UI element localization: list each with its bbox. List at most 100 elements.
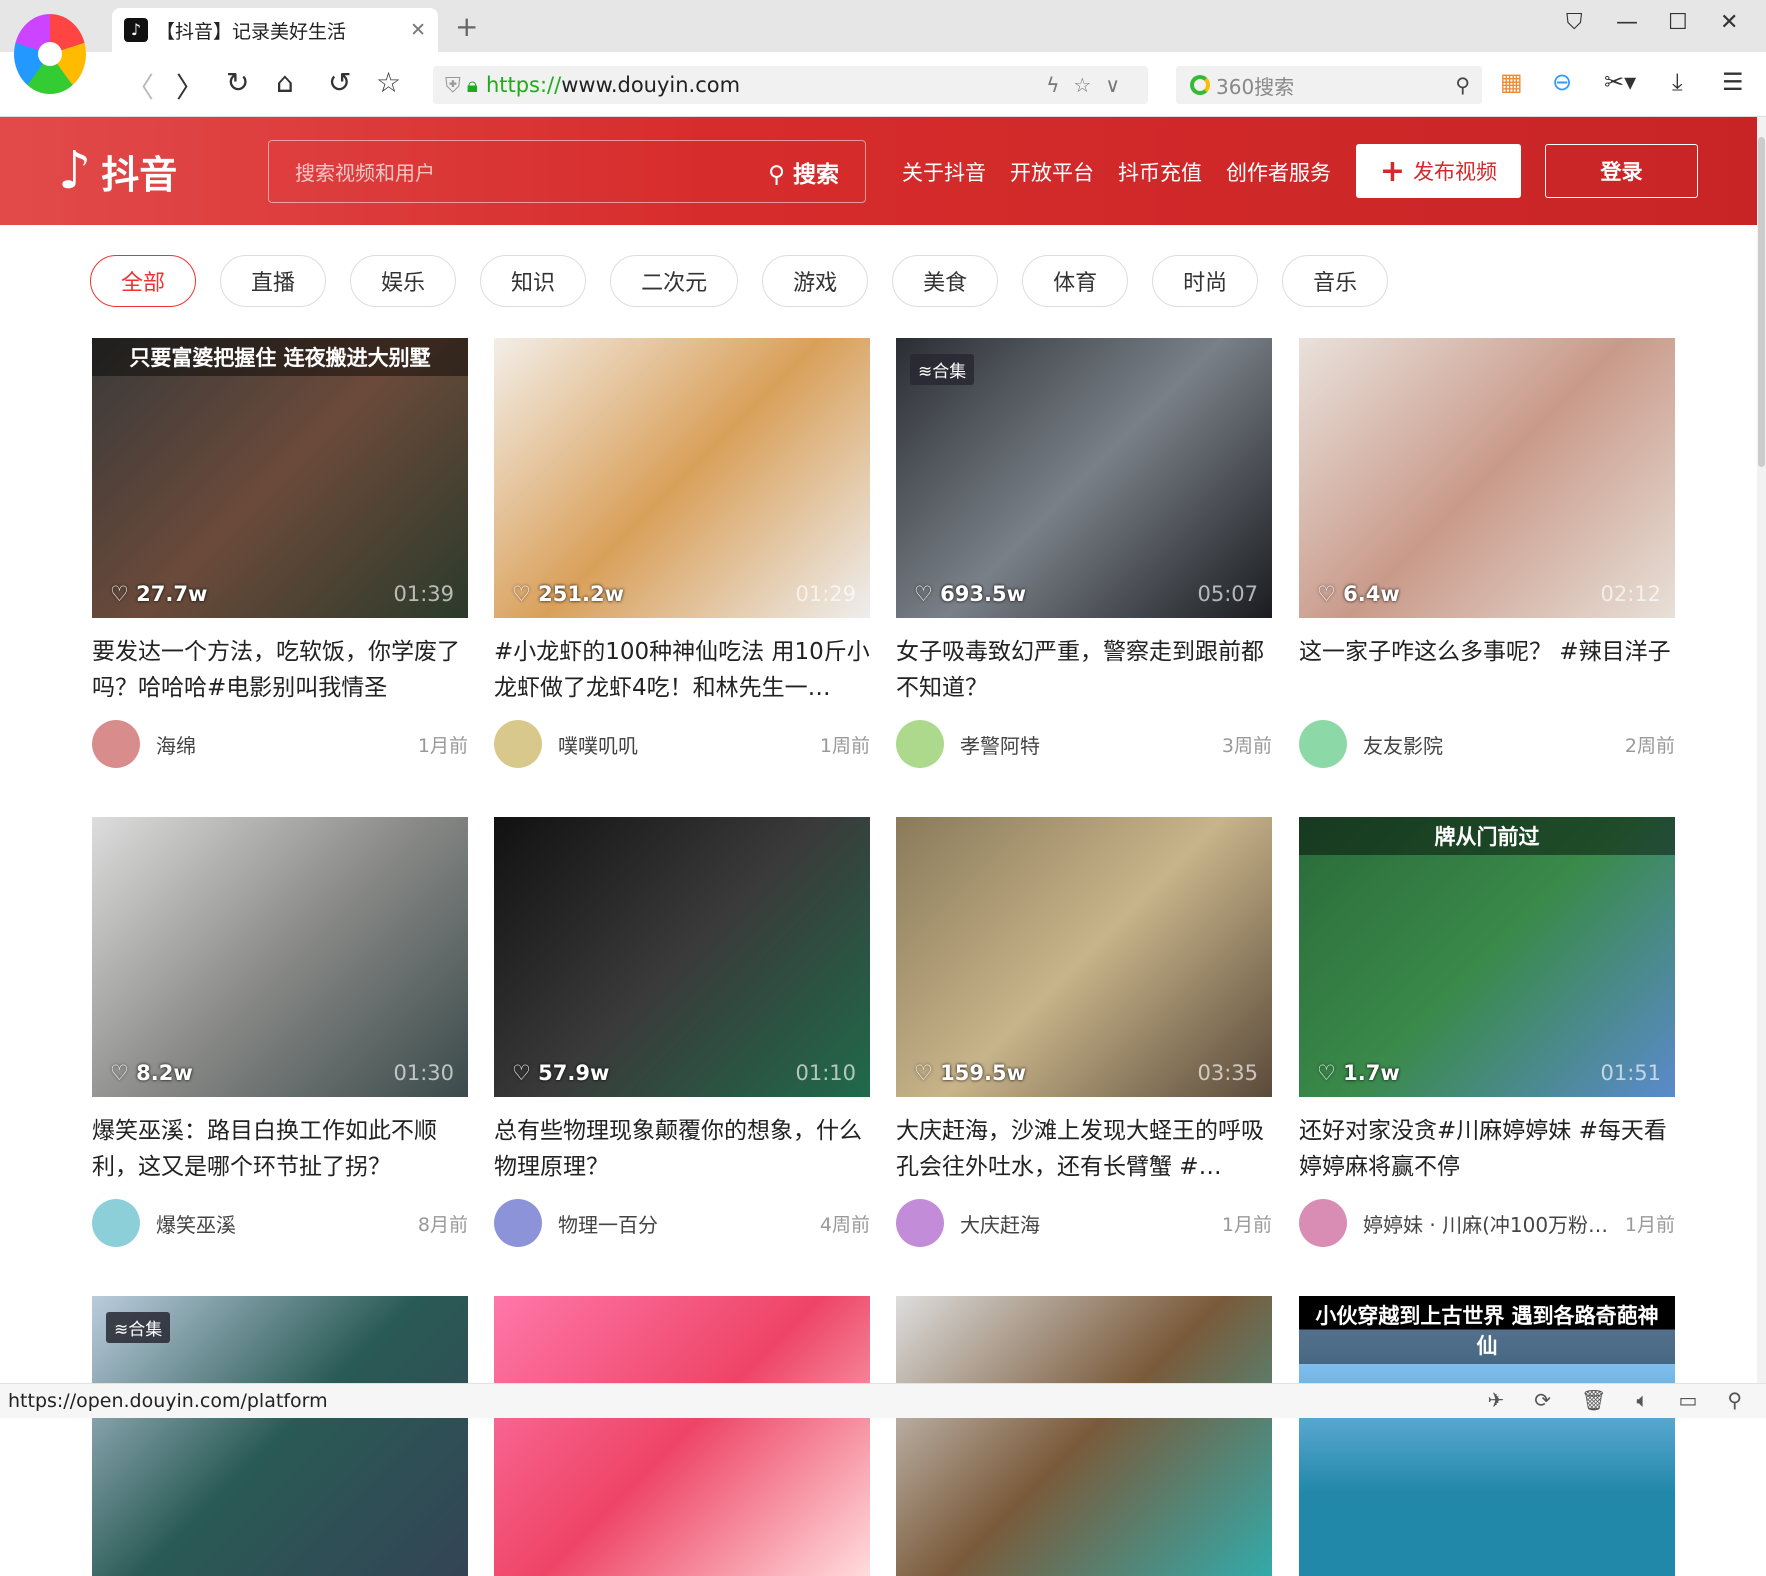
back-icon[interactable]: 〈 bbox=[126, 66, 154, 106]
author-name[interactable]: 孝警阿特 bbox=[960, 730, 1222, 759]
video-title[interactable]: 总有些物理现象颠覆你的想象，什么物理原理？ bbox=[494, 1113, 870, 1185]
search-engine-input[interactable]: 360搜索 ⚲ bbox=[1176, 66, 1482, 104]
video-card[interactable]: 牌从门前过 ♡ 1.7w 01:51 还好对家没贪#川麻婷婷妹 #每天看婷婷麻将赢不停… bbox=[1299, 817, 1675, 1247]
screenshot-icon[interactable]: ✂▾ bbox=[1604, 68, 1636, 96]
video-thumbnail[interactable]: 小伙穿越到上古世界 遇到各路奇葩神仙 bbox=[1299, 1296, 1675, 1576]
home-icon[interactable]: ⌂ bbox=[276, 66, 294, 99]
category-tab[interactable]: 时尚 bbox=[1152, 255, 1259, 307]
video-title[interactable]: #小龙虾的100种神仙吃法 用10斤小龙虾做了龙虾4吃！和林先生一… bbox=[494, 634, 870, 706]
avatar[interactable] bbox=[896, 720, 944, 768]
video-card[interactable]: 小伙穿越到上古世界 遇到各路奇葩神仙 bbox=[1299, 1296, 1675, 1576]
video-thumbnail[interactable]: ♡ 8.2w 01:30 bbox=[92, 817, 468, 1097]
favorite-icon[interactable]: ☆ bbox=[376, 66, 401, 99]
link-recharge[interactable]: 抖币充值 bbox=[1118, 157, 1202, 187]
author-name[interactable]: 大庆赶海 bbox=[960, 1209, 1222, 1238]
avatar[interactable] bbox=[494, 1199, 542, 1247]
author-name[interactable]: 爆笑巫溪 bbox=[156, 1209, 418, 1238]
browser-logo-icon[interactable] bbox=[14, 14, 86, 94]
video-card[interactable]: ♡ 8.2w 01:30 爆笑巫溪：路目白换工作如此不顺利，这又是哪个环节扯了拐？ 爆… bbox=[92, 817, 468, 1247]
category-tab[interactable]: 二次元 bbox=[610, 255, 739, 307]
video-card[interactable]: ≋合集 ♡ 693.5w 05:07 女子吸毒致幻严重，警察走到跟前都不知道？ 孝警阿特… bbox=[896, 338, 1272, 768]
category-tab[interactable]: 音乐 bbox=[1282, 255, 1389, 307]
video-title[interactable]: 爆笑巫溪：路目白换工作如此不顺利，这又是哪个环节扯了拐？ bbox=[92, 1113, 468, 1185]
download-icon[interactable]: ⤓ bbox=[1672, 68, 1683, 96]
zoom-icon[interactable]: ⚲ bbox=[1727, 1388, 1742, 1412]
video-title[interactable]: 要发达一个方法，吃软饭，你学废了吗？哈哈哈#电影别叫我情圣 bbox=[92, 634, 468, 706]
video-title[interactable]: 还好对家没贪#川麻婷婷妹 #每天看婷婷麻将赢不停 bbox=[1299, 1113, 1675, 1185]
skin-icon[interactable]: ⛉ bbox=[1566, 10, 1583, 35]
reload-icon[interactable]: ↻ bbox=[226, 66, 249, 99]
scrollbar[interactable] bbox=[1757, 117, 1766, 1383]
undo-close-icon[interactable]: ↺ bbox=[328, 66, 351, 99]
avatar[interactable] bbox=[896, 1199, 944, 1247]
sound-icon[interactable]: 🔈︎ bbox=[1636, 1388, 1648, 1412]
video-card[interactable]: ♡ 251.2w 01:29 #小龙虾的100种神仙吃法 用10斤小龙虾做了龙虾4吃… bbox=[494, 338, 870, 768]
video-card[interactable]: 只要富婆把握住 连夜搬进大别墅 ♡ 27.7w 01:39 要发达一个方法，吃软饭，你… bbox=[92, 338, 468, 768]
douyin-favicon-icon: ♪ bbox=[124, 18, 148, 42]
video-card[interactable] bbox=[494, 1296, 870, 1576]
avatar[interactable] bbox=[92, 720, 140, 768]
video-thumbnail[interactable]: ♡ 251.2w 01:29 bbox=[494, 338, 870, 618]
video-card[interactable] bbox=[896, 1296, 1272, 1576]
clean-icon[interactable]: 🗑︎ bbox=[1581, 1388, 1606, 1412]
video-title[interactable]: 这一家子咋这么多事呢？ #辣目洋子 bbox=[1299, 634, 1675, 706]
author-name[interactable]: 物理一百分 bbox=[558, 1209, 820, 1238]
category-tab[interactable]: 知识 bbox=[480, 255, 587, 307]
extension-icon[interactable]: ⊖ bbox=[1552, 68, 1572, 96]
site-search-button[interactable]: ⚲ 搜索 bbox=[768, 155, 839, 189]
address-bar[interactable]: ⛨ 🔒︎ https:// www.douyin.com ϟ☆∨ bbox=[433, 66, 1148, 104]
publish-video-button[interactable]: + 发布视频 bbox=[1356, 144, 1521, 198]
url-actions-icons[interactable]: ϟ☆∨ bbox=[1046, 73, 1134, 97]
video-thumbnail[interactable]: ≋合集 bbox=[92, 1296, 468, 1576]
search-icon[interactable]: ⚲ bbox=[1455, 73, 1470, 97]
category-tab[interactable]: 美食 bbox=[892, 255, 999, 307]
video-card[interactable]: ♡ 6.4w 02:12 这一家子咋这么多事呢？ #辣目洋子 友友影院 2周前 bbox=[1299, 338, 1675, 768]
category-tab[interactable]: 游戏 bbox=[762, 255, 869, 307]
video-thumbnail[interactable]: ♡ 159.5w 03:35 bbox=[896, 817, 1272, 1097]
video-thumbnail[interactable]: ≋合集 ♡ 693.5w 05:07 bbox=[896, 338, 1272, 618]
link-creator-service[interactable]: 创作者服务 bbox=[1226, 157, 1331, 187]
new-tab-icon[interactable]: + bbox=[455, 10, 478, 43]
category-tab[interactable]: 体育 bbox=[1022, 255, 1129, 307]
scrollbar-thumb[interactable] bbox=[1758, 137, 1765, 467]
window-icon[interactable]: ▭ bbox=[1678, 1388, 1697, 1412]
like-count: ♡ 57.9w bbox=[512, 1061, 609, 1085]
category-tab[interactable]: 全部 bbox=[90, 255, 197, 307]
avatar[interactable] bbox=[494, 720, 542, 768]
avatar[interactable] bbox=[92, 1199, 140, 1247]
accelerate-icon[interactable]: ✈ bbox=[1488, 1388, 1505, 1412]
video-thumbnail[interactable]: 只要富婆把握住 连夜搬进大别墅 ♡ 27.7w 01:39 bbox=[92, 338, 468, 618]
maximize-icon[interactable]: ☐ bbox=[1668, 10, 1688, 35]
link-about[interactable]: 关于抖音 bbox=[902, 157, 986, 187]
video-card[interactable]: ♡ 159.5w 03:35 大庆赶海，沙滩上发现大蛏王的呼吸孔会往外吐水，还有长臂… bbox=[896, 817, 1272, 1247]
site-search-input[interactable]: 搜索视频和用户 ⚲ 搜索 bbox=[268, 140, 866, 203]
link-open-platform[interactable]: 开放平台 bbox=[1010, 157, 1094, 187]
menu-icon[interactable]: ☰ bbox=[1722, 68, 1744, 96]
video-title[interactable]: 大庆赶海，沙滩上发现大蛏王的呼吸孔会往外吐水，还有长臂蟹 #… bbox=[896, 1113, 1272, 1185]
video-card[interactable]: ♡ 57.9w 01:10 总有些物理现象颠覆你的想象，什么物理原理？ 物理一百分 4周… bbox=[494, 817, 870, 1247]
author-name[interactable]: 友友影院 bbox=[1363, 730, 1625, 759]
author-name[interactable]: 海绵 bbox=[156, 730, 418, 759]
douyin-logo[interactable]: ♪ 抖音 bbox=[58, 141, 177, 201]
author-name[interactable]: 婷婷妹 · 川麻(冲100万粉… bbox=[1363, 1209, 1625, 1238]
avatar[interactable] bbox=[1299, 720, 1347, 768]
tab-close-icon[interactable]: ✕ bbox=[410, 19, 426, 41]
tab-douyin[interactable]: ♪ 【抖音】记录美好生活 ✕ bbox=[112, 8, 438, 52]
refresh-status-icon[interactable]: ⟳ bbox=[1534, 1388, 1551, 1412]
video-thumbnail[interactable] bbox=[896, 1296, 1272, 1576]
login-button[interactable]: 登录 bbox=[1545, 144, 1698, 198]
video-card[interactable]: ≋合集 bbox=[92, 1296, 468, 1576]
video-thumbnail[interactable]: ♡ 6.4w 02:12 bbox=[1299, 338, 1675, 618]
author-name[interactable]: 噗噗叽叽 bbox=[558, 730, 820, 759]
category-tab[interactable]: 娱乐 bbox=[350, 255, 457, 307]
video-thumbnail[interactable]: 牌从门前过 ♡ 1.7w 01:51 bbox=[1299, 817, 1675, 1097]
forward-icon[interactable]: 〉 bbox=[176, 66, 204, 106]
category-tab[interactable]: 直播 bbox=[220, 255, 327, 307]
video-thumbnail[interactable] bbox=[494, 1296, 870, 1576]
video-thumbnail[interactable]: ♡ 57.9w 01:10 bbox=[494, 817, 870, 1097]
video-title[interactable]: 女子吸毒致幻严重，警察走到跟前都不知道？ bbox=[896, 634, 1272, 706]
avatar[interactable] bbox=[1299, 1199, 1347, 1247]
apps-icon[interactable]: ▦ bbox=[1500, 68, 1523, 96]
minimize-icon[interactable]: — bbox=[1616, 10, 1638, 35]
close-window-icon[interactable]: ✕ bbox=[1720, 10, 1738, 35]
